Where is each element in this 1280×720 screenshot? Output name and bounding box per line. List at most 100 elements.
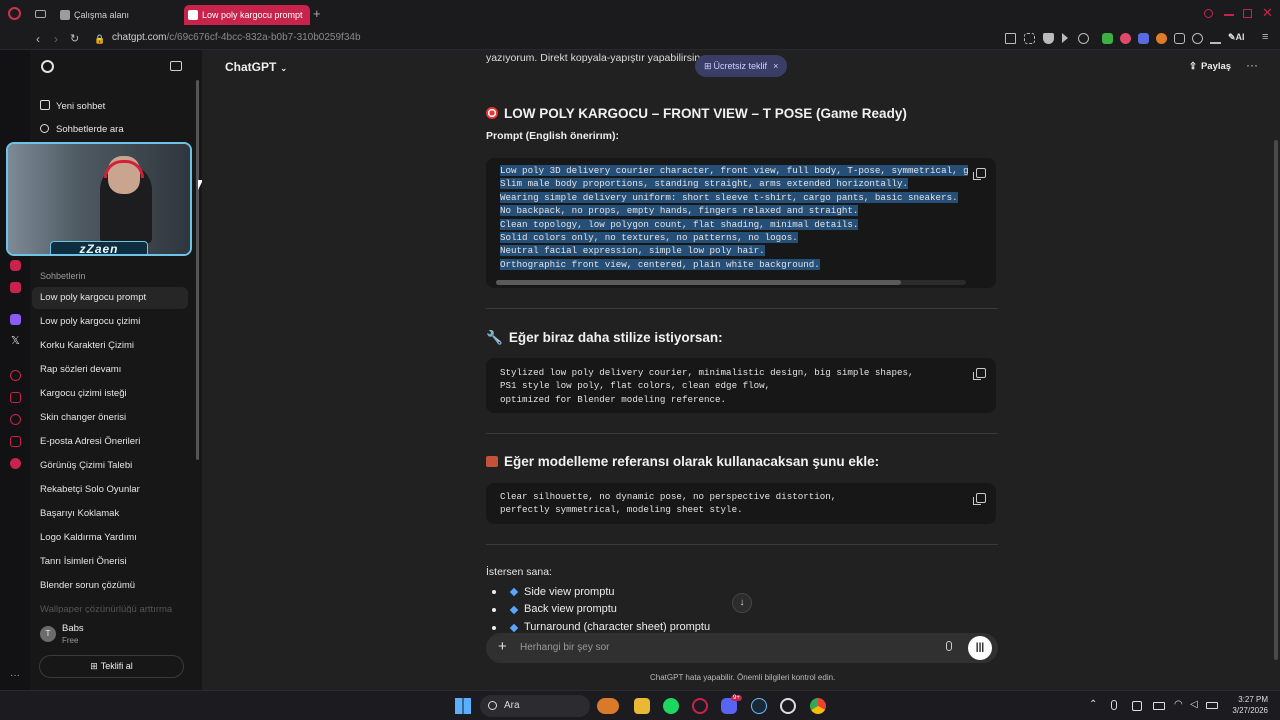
model-selector[interactable]: ChatGPT ⌄	[225, 60, 287, 74]
sidebar-scrollbar[interactable]	[196, 80, 199, 460]
scrollbar-thumb[interactable]	[496, 280, 901, 285]
conversation-item[interactable]: Görünüş Çizimi Talebi	[32, 455, 188, 477]
copy-icon[interactable]	[973, 168, 986, 180]
back-button[interactable]: ‹	[36, 32, 40, 46]
composer-input[interactable]: Herhangi bir şey sor	[520, 642, 609, 653]
voice-mode-button[interactable]: |||	[968, 636, 992, 660]
browser-menu-icon[interactable]: ≡	[1262, 31, 1268, 43]
conversation-item[interactable]: Rekabetçi Solo Oyunlar	[32, 479, 188, 501]
main-scrollbar[interactable]	[1274, 140, 1278, 660]
conversation-item[interactable]: Logo Kaldırma Yardımı	[32, 527, 188, 549]
snapshot-icon[interactable]	[1024, 33, 1035, 44]
toggle-sidebar-icon[interactable]	[170, 61, 182, 71]
conversation-item[interactable]: Korku Karakteri Çizimi	[32, 335, 188, 357]
bookmark-icon[interactable]	[1005, 33, 1016, 44]
taskbar-search[interactable]: Ara	[480, 695, 590, 717]
opera-logo-icon[interactable]	[8, 7, 21, 20]
code-block[interactable]: Stylized low poly delivery courier, mini…	[486, 358, 996, 413]
clock[interactable]: 3:27 PM 3/27/2026	[1228, 694, 1268, 716]
downloads-icon[interactable]	[1210, 33, 1221, 44]
conversation-item[interactable]: Blender sorun çözümü	[32, 575, 188, 597]
conversation-item[interactable]: Low poly kargocu çizimi	[32, 311, 188, 333]
orange-ext-icon[interactable]	[1156, 33, 1167, 44]
microphone-icon[interactable]	[946, 641, 952, 651]
tab-workspace[interactable]: Çalışma alanı	[56, 5, 180, 25]
twitch-icon[interactable]	[10, 314, 21, 325]
code-block[interactable]: Low poly 3D delivery courier character, …	[486, 158, 996, 288]
conversation-item[interactable]: Tanrı İsimleri Önerisi	[32, 551, 188, 573]
tray-mic-icon[interactable]	[1111, 700, 1117, 710]
keyboard-icon[interactable]	[1153, 702, 1165, 710]
search-chats-button[interactable]: Sohbetlerde ara	[40, 119, 190, 140]
pinboard-icon[interactable]	[10, 392, 21, 403]
offer-badge[interactable]: ⊞ Ücretsiz teklif ×	[695, 55, 788, 77]
upgrade-button[interactable]: ⊞ Teklifi al	[39, 655, 184, 678]
player-icon[interactable]	[1062, 33, 1068, 43]
disclaimer: ChatGPT hata yapabilir. Önemli bilgileri…	[650, 673, 836, 682]
battery-icon[interactable]	[1206, 702, 1218, 709]
user-profile[interactable]: T Babs Free	[40, 622, 190, 648]
new-chat-button[interactable]: Yeni sohbet	[40, 95, 190, 117]
close-window-button[interactable]: ✕	[1262, 5, 1273, 21]
flow-icon[interactable]	[10, 436, 21, 447]
new-tab-button[interactable]: +	[313, 6, 321, 21]
tab-label: Çalışma alanı	[74, 10, 130, 20]
opera-gx-icon[interactable]	[692, 698, 708, 714]
conversation-item[interactable]: Başarıyı Koklamak	[32, 503, 188, 525]
puzzle-ext-icon[interactable]	[1174, 33, 1185, 44]
windows-start-icon[interactable]	[455, 698, 471, 714]
close-icon[interactable]: ×	[773, 61, 778, 71]
conversation-item[interactable]: Kargocu çizimi isteği	[32, 383, 188, 405]
conversation-item[interactable]: E-posta Adresi Önerileri	[32, 431, 188, 453]
conversation-item[interactable]: Skin changer önerisi	[32, 407, 188, 429]
window-search-icon[interactable]	[1204, 9, 1213, 18]
obs-icon[interactable]	[780, 698, 796, 714]
aria-ai-button[interactable]: ✎AI	[1228, 32, 1245, 43]
reload-button[interactable]: ↻	[70, 32, 79, 45]
maximize-button[interactable]	[1243, 9, 1252, 18]
forward-button[interactable]: ›	[54, 32, 58, 46]
heart-icon[interactable]	[1078, 33, 1089, 44]
settings-ext-icon[interactable]	[1192, 33, 1203, 44]
conversation-item[interactable]: Wallpaper çözünürlüğü arttırma	[32, 599, 188, 613]
chrome-icon[interactable]	[810, 698, 826, 714]
messenger-icon[interactable]	[10, 282, 21, 293]
copy-icon[interactable]	[973, 493, 986, 505]
instagram-icon[interactable]	[10, 260, 21, 271]
x-twitter-icon[interactable]: 𝕏	[11, 334, 20, 347]
minimize-button[interactable]	[1224, 14, 1234, 16]
conversation-item[interactable]: Low poly kargocu prompt	[32, 287, 188, 309]
settings-icon[interactable]	[10, 458, 21, 469]
steam-icon[interactable]	[751, 698, 767, 714]
file-explorer-icon[interactable]	[634, 698, 650, 714]
code-content: Low poly 3D delivery courier character, …	[500, 164, 968, 271]
more-options-icon[interactable]: ···	[1246, 58, 1258, 72]
code-block[interactable]: Clear silhouette, no dynamic pose, no pe…	[486, 483, 996, 524]
history-icon[interactable]	[10, 414, 21, 425]
openai-logo-icon[interactable]	[41, 60, 54, 73]
taskbar-widget-icon[interactable]	[597, 698, 619, 714]
vpn-ext-icon[interactable]	[1120, 33, 1131, 44]
wifi-icon[interactable]: ◠	[1174, 699, 1183, 710]
volume-icon[interactable]: ◁	[1190, 699, 1198, 710]
shield-icon[interactable]	[1043, 33, 1054, 44]
composer[interactable]: + Herhangi bir şey sor |||	[486, 633, 998, 663]
copy-icon[interactable]	[973, 368, 986, 380]
spotify-icon[interactable]	[663, 698, 679, 714]
share-button[interactable]: ⇪ Paylaş	[1189, 61, 1231, 72]
scroll-down-button[interactable]: ↓	[732, 593, 752, 613]
tray-chevron-icon[interactable]: ⌃	[1089, 699, 1097, 710]
tracker-ext-icon[interactable]	[1138, 33, 1149, 44]
music-icon[interactable]	[10, 370, 21, 381]
share-label: Paylaş	[1200, 61, 1232, 72]
conversation-item[interactable]: Rap sözleri devamı	[32, 359, 188, 381]
plus-icon[interactable]: +	[498, 638, 507, 655]
url-input[interactable]: chatgpt.com/c/69c676cf-4bcc-832a-b0b7-31…	[112, 32, 361, 43]
download-ext-icon[interactable]	[1102, 33, 1113, 44]
tray-app-icon[interactable]	[1132, 701, 1142, 711]
tab-active-chat[interactable]: Low poly kargocu prompt	[184, 5, 310, 25]
horizontal-scrollbar[interactable]	[496, 280, 966, 285]
workspaces-icon[interactable]	[35, 10, 46, 18]
webcam-overlay: zZaen	[6, 142, 192, 256]
opera-more-icon[interactable]: ···	[10, 670, 20, 681]
